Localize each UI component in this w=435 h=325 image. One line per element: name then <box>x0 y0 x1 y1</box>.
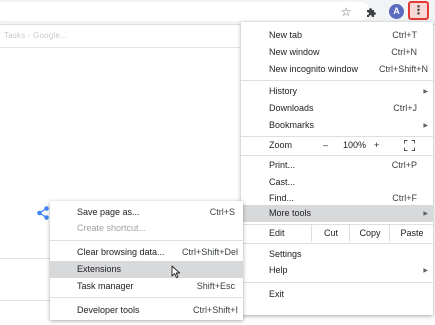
menu-item-label: Downloads <box>269 103 314 113</box>
share-icon[interactable] <box>35 205 51 221</box>
menu-item-history[interactable]: History ▶ <box>241 83 433 100</box>
menu-item-label: Print... <box>269 160 296 170</box>
menu-item-label: New tab <box>269 30 303 40</box>
menu-item-new-incognito-window[interactable]: New incognito window Ctrl+Shift+N <box>241 61 433 78</box>
menu-item-label: Settings <box>269 249 302 259</box>
menu-item-label: Clear browsing data... <box>77 247 165 257</box>
menu-item-label: Help <box>269 265 288 275</box>
menu-item-more-tools[interactable]: More tools ▶ <box>241 205 433 222</box>
menu-separator <box>241 282 433 283</box>
menu-item-shortcut: Ctrl+P <box>391 160 417 170</box>
submenu-arrow-icon: ▶ <box>423 210 428 217</box>
zoom-out-button[interactable]: – <box>323 137 328 154</box>
menu-item-shortcut: Ctrl+T <box>392 30 417 40</box>
zoom-in-button[interactable]: + <box>374 137 379 154</box>
menu-item-label: Developer tools <box>77 305 140 315</box>
menu-item-shortcut: Ctrl+Shift+I <box>192 305 238 315</box>
menu-separator <box>50 240 243 241</box>
kebab-menu-icon[interactable]: ⋮ <box>408 1 429 20</box>
submenu-arrow-icon: ▶ <box>423 122 428 129</box>
menu-separator <box>241 155 433 156</box>
menu-item-help[interactable]: Help ▶ <box>241 262 433 279</box>
divider <box>0 300 50 301</box>
menu-separator <box>241 80 433 81</box>
submenu-arrow-icon: ▶ <box>423 267 428 274</box>
menu-item-label: More tools <box>269 208 312 218</box>
menu-item-save-page-as[interactable]: Save page as... Ctrl+S <box>50 204 243 221</box>
mouse-cursor-icon <box>171 265 181 279</box>
star-icon[interactable]: ☆ <box>338 4 354 20</box>
menu-item-cast[interactable]: Cast... <box>241 174 433 191</box>
fullscreen-icon[interactable] <box>404 140 415 151</box>
menu-item-bookmarks[interactable]: Bookmarks ▶ <box>241 117 433 134</box>
menu-item-create-shortcut[interactable]: Create shortcut... <box>50 220 243 237</box>
menu-item-shortcut: Shift+Esc <box>196 281 235 291</box>
profile-avatar[interactable]: A <box>389 4 404 19</box>
menu-item-edit: Edit Cut Copy Paste <box>241 225 433 242</box>
menu-item-developer-tools[interactable]: Developer tools Ctrl+Shift+I <box>50 302 243 319</box>
chrome-main-menu: New tab Ctrl+T New window Ctrl+N New inc… <box>241 22 433 315</box>
menu-item-label: Cast... <box>269 177 296 187</box>
menu-item-label: Save page as... <box>77 207 140 217</box>
submenu-arrow-icon: ▶ <box>423 88 428 95</box>
menu-item-label: Exit <box>269 289 285 299</box>
zoom-level: 100% <box>343 140 367 150</box>
menu-item-new-tab[interactable]: New tab Ctrl+T <box>241 27 433 44</box>
menu-item-settings[interactable]: Settings <box>241 246 433 263</box>
menu-item-label: Zoom <box>269 140 293 150</box>
menu-item-task-manager[interactable]: Task manager Shift+Esc <box>50 278 243 295</box>
cut-button[interactable]: Cut <box>311 225 350 242</box>
menu-item-new-window[interactable]: New window Ctrl+N <box>241 44 433 61</box>
menu-separator <box>241 243 433 244</box>
paste-button[interactable]: Paste <box>389 225 434 242</box>
menu-item-label: History <box>269 86 298 96</box>
menu-item-shortcut: Ctrl+J <box>393 103 417 113</box>
menu-item-label: Bookmarks <box>269 120 315 130</box>
menu-item-label: Task manager <box>77 281 134 291</box>
menu-separator <box>50 297 243 298</box>
menu-item-downloads[interactable]: Downloads Ctrl+J <box>241 100 433 117</box>
copy-button[interactable]: Copy <box>349 225 390 242</box>
menu-item-shortcut: Ctrl+Shift+Del <box>181 247 238 257</box>
menu-item-shortcut: Ctrl+Shift+N <box>378 64 428 74</box>
menu-item-shortcut: Ctrl+N <box>391 47 417 57</box>
menu-item-label: New incognito window <box>269 64 359 74</box>
menu-item-shortcut: Ctrl+S <box>209 207 235 217</box>
menu-item-label: Extensions <box>77 264 122 274</box>
divider <box>0 258 50 259</box>
divider <box>0 47 240 48</box>
page-title: Tasks - Google... <box>4 31 68 40</box>
menu-item-label: Create shortcut... <box>77 223 147 233</box>
menu-item-label: Edit <box>269 228 285 238</box>
menu-item-print[interactable]: Print... Ctrl+P <box>241 157 433 174</box>
extensions-puzzle-icon[interactable] <box>364 4 380 20</box>
menu-item-zoom: Zoom – 100% + <box>241 137 433 154</box>
menu-item-clear-browsing-data[interactable]: Clear browsing data... Ctrl+Shift+Del <box>50 244 243 261</box>
more-tools-submenu: Save page as... Ctrl+S Create shortcut..… <box>50 201 243 320</box>
menu-item-extensions[interactable]: Extensions <box>50 261 243 278</box>
menu-item-label: New window <box>269 47 320 57</box>
address-bar[interactable] <box>0 2 370 21</box>
menu-item-exit[interactable]: Exit <box>241 286 433 303</box>
